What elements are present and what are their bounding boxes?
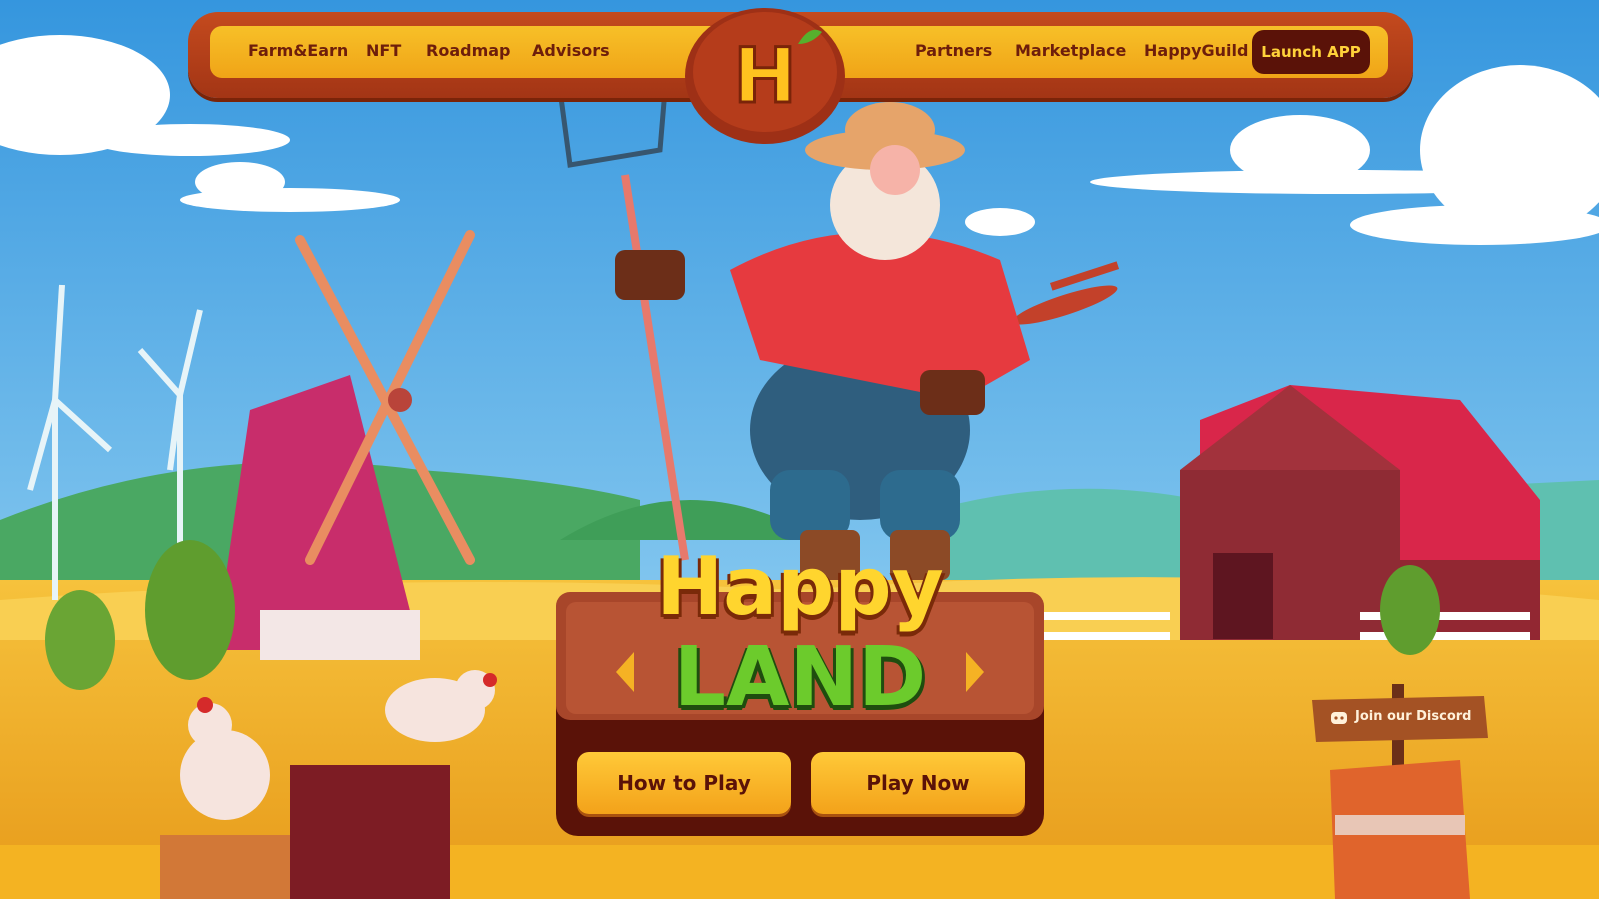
play-now-button[interactable]: Play Now [811, 752, 1025, 814]
join-discord-sign[interactable]: Join our Discord [1308, 694, 1488, 742]
nav-link-roadmap[interactable]: Roadmap [426, 41, 510, 60]
nav-link-happyguild[interactable]: HappyGuild [1144, 41, 1248, 60]
how-to-play-button[interactable]: How to Play [577, 752, 791, 814]
nav-link-farm-earn[interactable]: Farm&Earn [248, 41, 348, 60]
nav-link-advisors[interactable]: Advisors [532, 41, 610, 60]
logo-h-icon[interactable]: H [680, 4, 850, 146]
top-navigation: Farm&Earn NFT Roadmap Advisors Partners … [188, 8, 1413, 144]
launch-app-button[interactable]: Launch APP [1252, 30, 1370, 74]
nav-link-partners[interactable]: Partners [915, 41, 992, 60]
discord-icon [1331, 712, 1347, 724]
hero-title-happy: Happy [656, 540, 944, 633]
nav-link-nft[interactable]: NFT [366, 41, 401, 60]
hero-title: Happy LAND [600, 540, 1000, 730]
discord-label: Join our Discord [1355, 709, 1472, 724]
nav-link-marketplace[interactable]: Marketplace [1015, 41, 1126, 60]
logo-letter: H [733, 31, 797, 120]
hero-title-land: LAND [673, 630, 927, 725]
